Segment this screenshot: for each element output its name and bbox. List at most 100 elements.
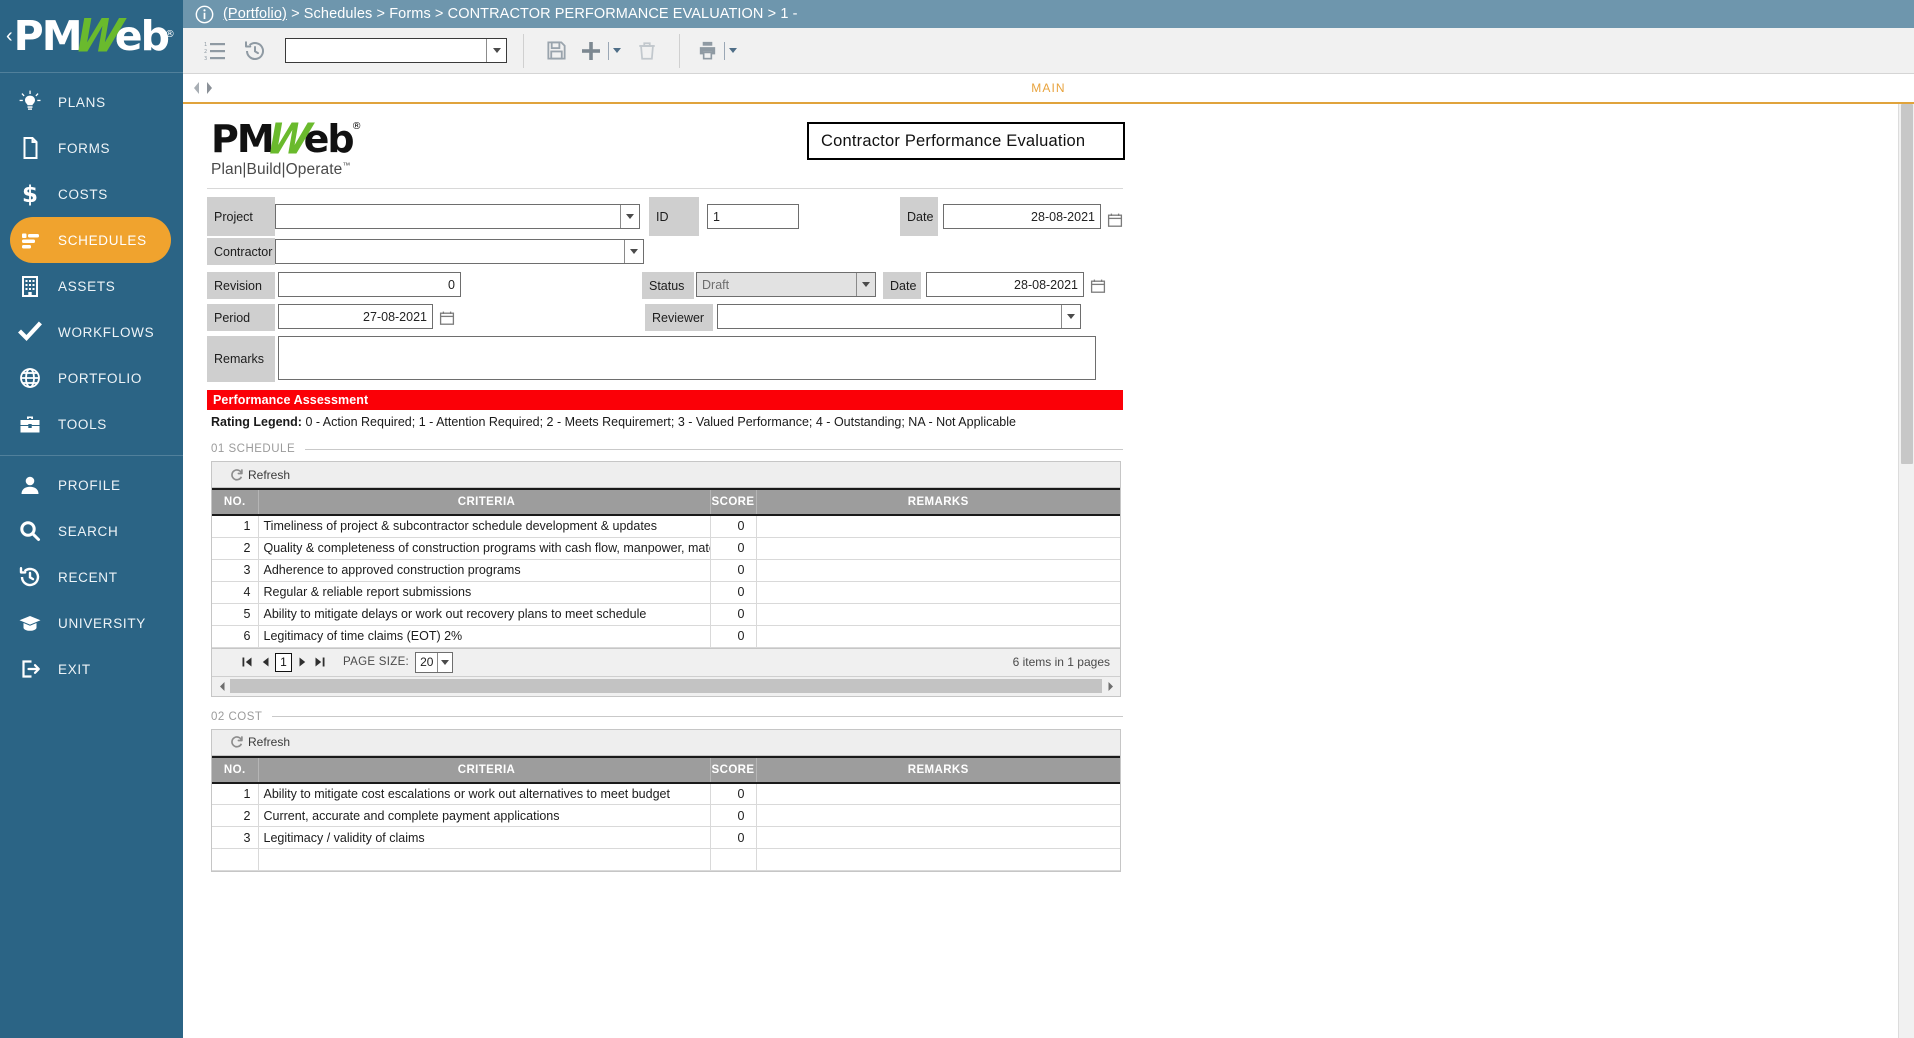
prev-page-button[interactable] xyxy=(256,653,274,671)
table-row[interactable] xyxy=(212,848,1120,871)
table-row[interactable]: 4 Regular & reliable report submissions … xyxy=(212,581,1120,604)
status-select[interactable]: Draft xyxy=(696,272,876,297)
chevron-down-icon[interactable] xyxy=(729,48,737,53)
table-row[interactable]: 1 Timeliness of project & subcontractor … xyxy=(212,515,1120,538)
period-input[interactable]: 27-08-2021 xyxy=(278,304,433,329)
cell-remarks[interactable] xyxy=(756,559,1120,582)
trash-icon[interactable] xyxy=(627,31,667,71)
sidebar-item-workflows[interactable]: WORKFLOWS xyxy=(0,309,183,355)
cell-criteria[interactable]: Regular & reliable report submissions xyxy=(258,581,711,604)
chevron-down-icon[interactable] xyxy=(856,273,875,296)
calendar-icon[interactable] xyxy=(1090,272,1106,299)
sidebar-item-portfolio[interactable]: PORTFOLIO xyxy=(0,355,183,401)
table-row[interactable]: 6 Legitimacy of time claims (EOT) 2% 0 xyxy=(212,625,1120,648)
sidebar-item-schedules[interactable]: SCHEDULES xyxy=(10,217,171,263)
app-logo[interactable]: ‹ PMWeb ® xyxy=(0,0,183,72)
calendar-icon[interactable] xyxy=(439,304,455,331)
horizontal-scrollbar[interactable] xyxy=(212,675,1120,696)
cell-criteria[interactable]: Legitimacy / validity of claims xyxy=(258,826,711,849)
cell-remarks[interactable] xyxy=(756,537,1120,560)
cell-score[interactable]: 0 xyxy=(710,515,757,538)
cell-remarks[interactable] xyxy=(756,603,1120,626)
chevron-down-icon[interactable] xyxy=(1061,305,1080,328)
chevron-down-icon[interactable] xyxy=(613,48,621,53)
cell-remarks[interactable] xyxy=(756,581,1120,604)
sidebar-item-plans[interactable]: PLANS xyxy=(0,79,183,125)
breadcrumb-root-link[interactable]: (Portfolio) xyxy=(223,6,287,22)
column-header-score[interactable]: SCORE xyxy=(710,488,757,516)
calendar-icon[interactable] xyxy=(1107,204,1123,236)
refresh-button[interactable]: Refresh xyxy=(230,468,290,482)
sidebar-item-tools[interactable]: TOOLS xyxy=(0,401,183,447)
cell-criteria[interactable]: Timeliness of project & subcontractor sc… xyxy=(258,515,711,538)
contractor-select[interactable] xyxy=(275,239,644,264)
chevron-down-icon[interactable] xyxy=(620,205,639,228)
add-button-group[interactable] xyxy=(576,31,621,71)
save-icon[interactable] xyxy=(536,31,576,71)
cell-remarks[interactable] xyxy=(756,515,1120,538)
cell-score[interactable]: 0 xyxy=(710,581,757,604)
print-button-group[interactable] xyxy=(692,31,737,71)
table-row[interactable]: 3 Legitimacy / validity of claims 0 xyxy=(212,826,1120,849)
table-row[interactable]: 5 Ability to mitigate delays or work out… xyxy=(212,603,1120,626)
sidebar-item-costs[interactable]: $ COSTS xyxy=(0,171,183,217)
remarks-textarea[interactable] xyxy=(278,336,1096,380)
project-select[interactable] xyxy=(275,204,640,229)
cell-score[interactable]: 0 xyxy=(710,559,757,582)
reviewer-select[interactable] xyxy=(717,304,1081,329)
tab-prev-icon[interactable] xyxy=(191,80,202,96)
chevron-down-icon[interactable] xyxy=(437,652,452,672)
table-row[interactable]: 2 Current, accurate and complete payment… xyxy=(212,804,1120,827)
sidebar-item-university[interactable]: UNIVERSITY xyxy=(0,600,183,646)
scroll-right-icon[interactable] xyxy=(1102,681,1118,692)
cell-score[interactable]: 0 xyxy=(710,625,757,648)
column-header-remarks[interactable]: REMARKS xyxy=(756,488,1120,516)
table-row[interactable]: 3 Adherence to approved construction pro… xyxy=(212,559,1120,582)
scrollbar-thumb[interactable] xyxy=(230,679,1102,693)
vertical-scrollbar[interactable] xyxy=(1898,104,1914,1038)
cell-remarks[interactable] xyxy=(756,782,1120,805)
column-header-no[interactable]: NO. xyxy=(212,488,259,516)
chevron-down-icon[interactable] xyxy=(624,240,643,263)
cell-score[interactable] xyxy=(710,848,757,871)
cell-remarks[interactable] xyxy=(756,848,1120,871)
sidebar-item-forms[interactable]: FORMS xyxy=(0,125,183,171)
date-input-2[interactable]: 28-08-2021 xyxy=(926,272,1084,297)
column-header-criteria[interactable]: CRITERIA xyxy=(258,488,711,516)
cell-remarks[interactable] xyxy=(756,804,1120,827)
column-header-criteria[interactable]: CRITERIA xyxy=(258,755,711,784)
column-header-score[interactable]: SCORE xyxy=(710,755,757,784)
refresh-button[interactable]: Refresh xyxy=(230,735,290,749)
cell-criteria[interactable] xyxy=(258,848,711,871)
sidebar-item-profile[interactable]: PROFILE xyxy=(0,462,183,508)
cell-criteria[interactable]: Legitimacy of time claims (EOT) 2% xyxy=(258,625,711,648)
history-icon[interactable] xyxy=(235,31,275,71)
sidebar-collapse-icon[interactable]: ‹ xyxy=(6,26,13,46)
cell-score[interactable]: 0 xyxy=(710,603,757,626)
cell-criteria[interactable]: Adherence to approved construction progr… xyxy=(258,559,711,582)
cell-criteria[interactable]: Ability to mitigate cost escalations or … xyxy=(258,782,711,805)
cell-criteria[interactable]: Quality & completeness of construction p… xyxy=(258,537,711,560)
first-page-button[interactable] xyxy=(238,653,256,671)
cell-criteria[interactable]: Ability to mitigate delays or work out r… xyxy=(258,603,711,626)
column-header-remarks[interactable]: REMARKS xyxy=(756,755,1120,784)
table-row[interactable]: 2 Quality & completeness of construction… xyxy=(212,537,1120,560)
revision-input[interactable]: 0 xyxy=(278,272,461,297)
tab-next-icon[interactable] xyxy=(204,80,215,96)
print-icon[interactable] xyxy=(692,31,722,71)
tab-main[interactable]: MAIN xyxy=(1031,81,1065,95)
cell-score[interactable]: 0 xyxy=(710,537,757,560)
chevron-down-icon[interactable] xyxy=(486,39,506,62)
scrollbar-thumb[interactable] xyxy=(1901,104,1913,464)
sidebar-item-exit[interactable]: EXIT xyxy=(0,646,183,692)
table-row[interactable]: 1 Ability to mitigate cost escalations o… xyxy=(212,782,1120,805)
page-number-input[interactable]: 1 xyxy=(275,652,292,672)
last-page-button[interactable] xyxy=(311,653,329,671)
sidebar-item-recent[interactable]: RECENT xyxy=(0,554,183,600)
cell-score[interactable]: 0 xyxy=(710,782,757,805)
id-input[interactable]: 1 xyxy=(707,204,799,229)
cell-criteria[interactable]: Current, accurate and complete payment a… xyxy=(258,804,711,827)
sidebar-item-search[interactable]: SEARCH xyxy=(0,508,183,554)
cell-remarks[interactable] xyxy=(756,625,1120,648)
cell-remarks[interactable] xyxy=(756,826,1120,849)
